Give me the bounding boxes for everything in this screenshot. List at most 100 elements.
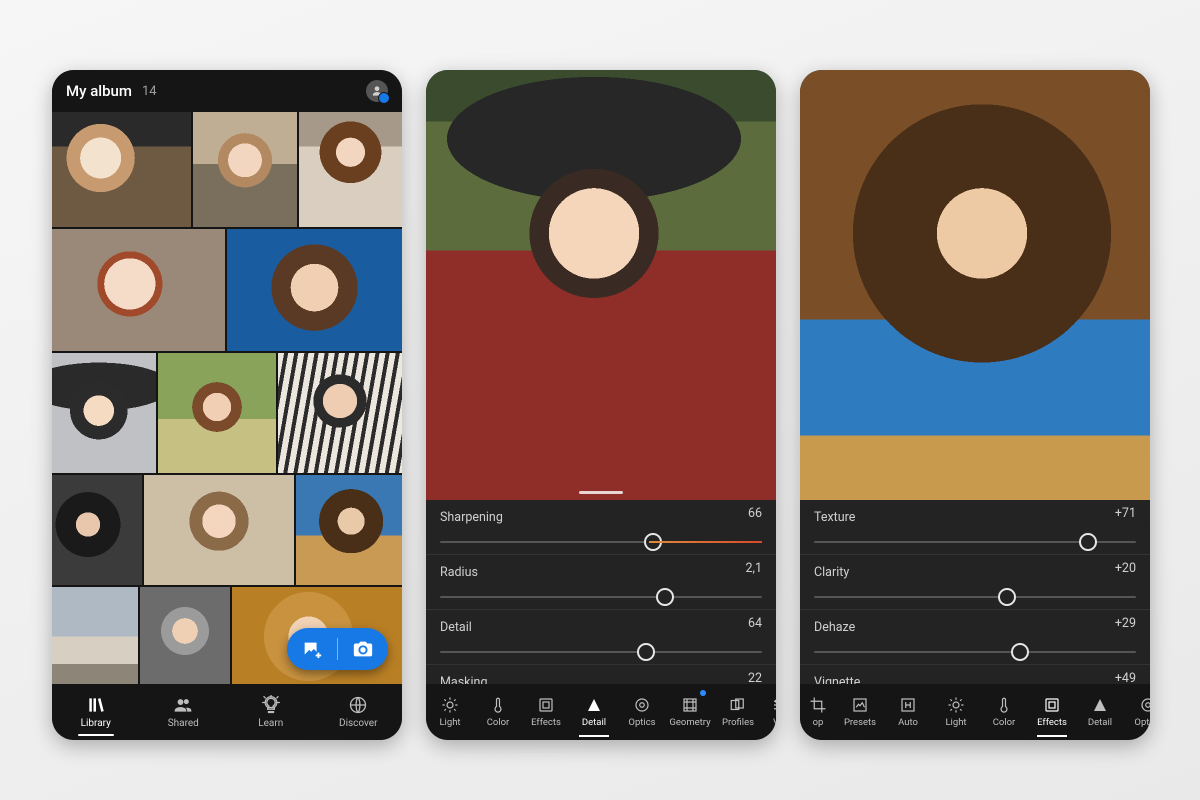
photo-thumb[interactable] — [52, 112, 191, 227]
slider-track[interactable] — [440, 651, 762, 653]
slider-clarity[interactable]: Clarity +20 — [800, 555, 1150, 610]
photo-thumb[interactable] — [296, 475, 402, 585]
profiles-icon — [729, 696, 747, 714]
tool-effects[interactable]: Effects — [522, 684, 570, 740]
album-header: My album 14 — [52, 70, 402, 112]
slider-sharpening[interactable]: Sharpening 66 — [426, 500, 776, 555]
photo-thumb[interactable] — [193, 112, 297, 227]
slider-knob[interactable] — [656, 588, 674, 606]
photo-thumb[interactable] — [52, 353, 156, 473]
tool-auto[interactable]: Auto — [884, 684, 932, 740]
tool-color[interactable]: Color — [474, 684, 522, 740]
slider-value: 66 — [748, 506, 762, 521]
slider-label: Texture — [814, 510, 855, 525]
tool-label: Detail — [582, 717, 606, 728]
slider-track[interactable] — [440, 541, 762, 543]
lens-icon — [1139, 696, 1150, 714]
tool-profiles[interactable]: Profiles — [714, 684, 762, 740]
tool-label: Detail — [1088, 717, 1112, 728]
slider-value: +20 — [1115, 561, 1136, 576]
edit-toolstrip[interactable]: op Presets Auto Light Color Effects Deta… — [800, 684, 1150, 740]
photo-thumb[interactable] — [299, 112, 402, 227]
slider-dehaze[interactable]: Dehaze +29 — [800, 610, 1150, 665]
slider-value: +71 — [1115, 506, 1136, 521]
tool-optics[interactable]: Optics — [1124, 684, 1150, 740]
tool-color[interactable]: Color — [980, 684, 1028, 740]
slider-label: Sharpening — [440, 510, 503, 525]
phone-editor-effects: Texture +71 Clarity +20 Dehaze +29 Vigne… — [800, 70, 1150, 740]
account-avatar-icon[interactable] — [366, 80, 388, 102]
photo-thumb[interactable] — [52, 229, 225, 351]
tool-optics[interactable]: Optics — [618, 684, 666, 740]
slider-knob[interactable] — [1079, 533, 1097, 551]
nav-discover[interactable]: Discover — [315, 684, 403, 740]
nav-label: Shared — [168, 718, 199, 729]
photo-thumb[interactable] — [144, 475, 294, 585]
tool-label: Light — [439, 717, 460, 728]
bottom-nav: Library Shared Learn Discover — [52, 684, 402, 740]
frame-icon — [1043, 696, 1061, 714]
tool-crop[interactable]: op — [800, 684, 836, 740]
photo-grid[interactable] — [52, 112, 402, 684]
slider-masking[interactable]: Masking 22 — [426, 665, 776, 684]
slider-detail[interactable]: Detail 64 — [426, 610, 776, 665]
thermometer-icon — [995, 696, 1013, 714]
fab-divider — [337, 638, 338, 660]
album-title[interactable]: My album — [66, 82, 132, 100]
editor-preview[interactable] — [426, 70, 776, 500]
slider-value: 64 — [748, 616, 762, 631]
photo-thumb[interactable] — [278, 353, 402, 473]
slider-radius[interactable]: Radius 2,1 — [426, 555, 776, 610]
slider-texture[interactable]: Texture +71 — [800, 500, 1150, 555]
slider-label: Detail — [440, 620, 472, 635]
nav-learn[interactable]: Learn — [227, 684, 315, 740]
tool-presets[interactable]: Presets — [836, 684, 884, 740]
lens-icon — [633, 696, 651, 714]
badge-dot-icon — [700, 690, 706, 696]
slider-track[interactable] — [440, 596, 762, 598]
slider-knob[interactable] — [998, 588, 1016, 606]
photo-thumb[interactable] — [227, 229, 402, 351]
camera-icon[interactable] — [352, 638, 374, 660]
slider-value: +29 — [1115, 616, 1136, 631]
tool-detail[interactable]: Detail — [570, 684, 618, 740]
edit-toolstrip[interactable]: Light Color Effects Detail Optics Geomet… — [426, 684, 776, 740]
slider-track[interactable] — [814, 651, 1136, 653]
phone-editor-detail: Sharpening 66 Radius 2,1 Detail 64 Maski… — [426, 70, 776, 740]
tool-label: Effects — [1037, 717, 1067, 728]
photo-thumb[interactable] — [52, 475, 142, 585]
tool-label: Geometry — [669, 717, 710, 728]
tool-label: Profiles — [722, 717, 754, 728]
nav-library[interactable]: Library — [52, 684, 140, 740]
triangle-icon — [585, 696, 603, 714]
panel-drag-handle[interactable] — [579, 491, 623, 494]
nav-shared[interactable]: Shared — [140, 684, 228, 740]
tool-label: Color — [993, 717, 1016, 728]
presets-icon — [851, 696, 869, 714]
photo-thumb[interactable] — [140, 587, 230, 697]
geometry-icon — [681, 696, 699, 714]
photo-thumb[interactable] — [52, 587, 138, 697]
globe-icon — [348, 695, 368, 715]
tool-geometry[interactable]: Geometry — [666, 684, 714, 740]
tool-versions[interactable]: Ver — [762, 684, 776, 740]
slider-vignette[interactable]: Vignette +49 — [800, 665, 1150, 684]
tool-label: Light — [945, 717, 966, 728]
add-photo-fab[interactable] — [287, 628, 388, 670]
tool-label: Color — [487, 717, 510, 728]
thermometer-icon — [489, 696, 507, 714]
slider-track[interactable] — [814, 541, 1136, 543]
image-plus-icon[interactable] — [301, 638, 323, 660]
slider-track[interactable] — [814, 596, 1136, 598]
slider-label: Radius — [440, 565, 478, 580]
slider-knob[interactable] — [637, 643, 655, 661]
tool-light[interactable]: Light — [932, 684, 980, 740]
tool-detail[interactable]: Detail — [1076, 684, 1124, 740]
library-icon — [86, 695, 106, 715]
photo-thumb[interactable] — [158, 353, 276, 473]
slider-knob[interactable] — [1011, 643, 1029, 661]
slider-knob[interactable] — [644, 533, 662, 551]
editor-preview[interactable] — [800, 70, 1150, 500]
tool-effects[interactable]: Effects — [1028, 684, 1076, 740]
tool-light[interactable]: Light — [426, 684, 474, 740]
